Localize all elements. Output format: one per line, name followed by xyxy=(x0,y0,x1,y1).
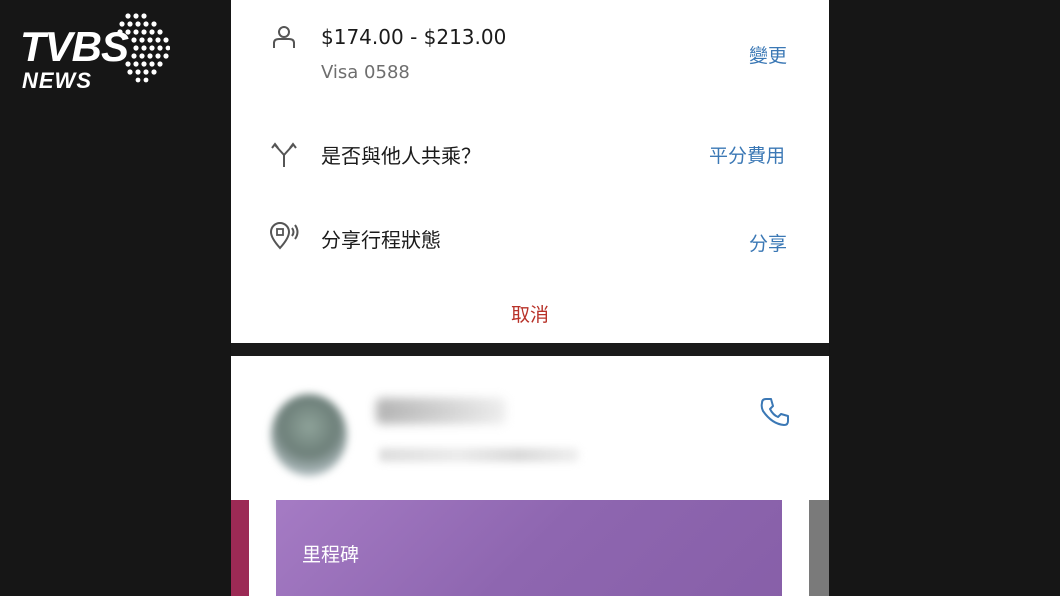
cancel-trip-button[interactable]: 取消 xyxy=(231,300,829,327)
split-fare-button[interactable]: 平分費用 xyxy=(709,141,785,168)
prev-card-edge xyxy=(231,500,249,596)
share-status-row[interactable]: 分享行程狀態 分享 xyxy=(231,200,829,280)
payment-row[interactable]: $174.00 - $213.00 Visa 0588 變更 xyxy=(231,0,829,100)
logo-sub-text: NEWS xyxy=(22,68,92,93)
phone-icon[interactable] xyxy=(760,397,790,427)
milestone-title: 里程碑 xyxy=(302,544,360,566)
share-ride-label: 是否與他人共乘？ xyxy=(321,144,481,168)
payment-card: Visa 0588 xyxy=(321,62,410,83)
driver-avatar xyxy=(271,394,347,476)
share-trip-button[interactable]: 分享 xyxy=(749,229,787,256)
driver-panel: 里程碑 xyxy=(231,356,829,596)
trip-options-panel: $174.00 - $213.00 Visa 0588 變更 是否與他人共乘？ … xyxy=(231,0,829,343)
person-icon xyxy=(273,26,295,48)
location-share-icon xyxy=(269,222,299,250)
share-status-label: 分享行程狀態 xyxy=(321,228,441,252)
driver-vehicle-blurred xyxy=(379,448,579,462)
change-payment-button[interactable]: 變更 xyxy=(749,41,787,68)
price-range: $174.00 - $213.00 xyxy=(321,25,507,49)
driver-name-blurred xyxy=(376,398,506,424)
tvbs-news-logo: TVBS NEWS xyxy=(18,12,173,96)
panel-divider xyxy=(231,343,829,356)
share-ride-row[interactable]: 是否與他人共乘？ 平分費用 xyxy=(231,120,829,190)
next-card-edge xyxy=(809,500,829,596)
split-icon xyxy=(271,142,297,167)
milestone-card[interactable]: 里程碑 xyxy=(276,500,782,596)
logo-dots-icon xyxy=(117,13,170,83)
